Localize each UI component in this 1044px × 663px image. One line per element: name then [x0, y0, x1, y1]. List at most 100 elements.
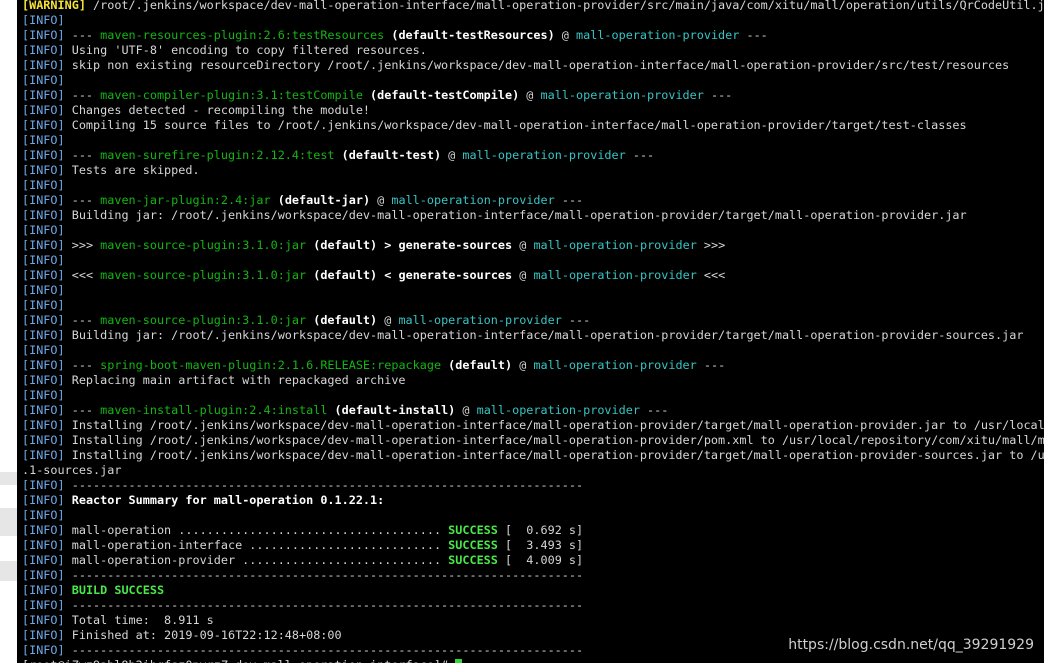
log-line: [INFO] --- maven-compiler-plugin:3.1:tes…: [22, 88, 733, 102]
log-level-tag: [INFO]: [22, 628, 65, 642]
log-level-tag: [INFO]: [22, 418, 65, 432]
log-level-tag: [INFO]: [22, 643, 65, 657]
execution-id: (default-test): [341, 148, 442, 162]
log-message: skip non existing resourceDirectory /roo…: [64, 58, 1010, 72]
module-name: mall-operation-provider: [533, 358, 697, 372]
log-level-tag: [INFO]: [22, 583, 65, 597]
log-line: [INFO] Building jar: /root/.jenkins/work…: [22, 208, 1044, 223]
log-level-tag: [INFO]: [22, 103, 65, 117]
log-level-tag: [INFO]: [22, 58, 65, 72]
log-level-tag: [INFO]: [22, 523, 65, 537]
plugin-goal: maven-resources-plugin:2.6:testResources: [100, 28, 385, 42]
log-line: [INFO] Total time: 8.911 s: [22, 613, 1044, 628]
execution-id: (default): [313, 313, 378, 327]
watermark: https://blog.csdn.net/qq_39291929: [788, 637, 1034, 653]
log-message: ----------------------------------------…: [64, 598, 584, 612]
log-line: .1-sources.jar: [22, 463, 1044, 478]
log-message: Building jar: /root/.jenkins/workspace/d…: [64, 328, 1024, 342]
log-level-tag: [INFO]: [22, 343, 65, 357]
log-line: [INFO]: [22, 283, 1044, 298]
log-line: [INFO] --- maven-source-plugin:3.1.0:jar…: [22, 313, 591, 327]
log-line: [INFO] Compiling 15 source files to /roo…: [22, 118, 1044, 133]
log-level-tag: [INFO]: [22, 613, 65, 627]
module-name: mall-operation-provider: [476, 403, 640, 417]
phase-name: generate-sources: [398, 238, 513, 252]
log-line: [INFO] >>> maven-source-plugin:3.1.0:jar…: [22, 238, 726, 252]
log-line: [INFO] Replacing main artifact with repa…: [22, 373, 1044, 388]
log-level-tag: [INFO]: [22, 313, 65, 327]
log-line: [INFO] --- spring-boot-maven-plugin:2.1.…: [22, 358, 726, 372]
module-name: mall-operation-provider: [398, 313, 562, 327]
log-line: [INFO] ---------------------------------…: [22, 568, 1044, 583]
log-level-tag: [INFO]: [22, 388, 65, 402]
module-name: mall-operation-provider: [533, 268, 697, 282]
log-level-tag: [INFO]: [22, 268, 65, 282]
log-line: [INFO] mall-operation-provider .........…: [22, 553, 1044, 568]
shell-prompt: [root@iZwz9abl8b2ibqfsz0pvrzZ dev-mall-o…: [22, 658, 455, 663]
fork-direction: <: [384, 268, 392, 282]
execution-id: (default-testCompile): [370, 88, 520, 102]
log-level-tag: [INFO]: [22, 178, 65, 192]
log-line: [INFO] Installing /root/.jenkins/workspa…: [22, 418, 1044, 433]
log-message: ----------------------------------------…: [64, 643, 584, 657]
log-level-tag: [INFO]: [22, 373, 65, 387]
fork-marker: >>>: [703, 238, 726, 252]
plugin-goal: maven-surefire-plugin:2.12.4:test: [100, 148, 335, 162]
log-message: Compiling 15 source files to /root/.jenk…: [64, 118, 967, 132]
log-message: Tests are skipped.: [64, 163, 200, 177]
log-level-tag: [INFO]: [22, 193, 65, 207]
plugin-goal: maven-jar-plugin:2.4:jar: [100, 193, 271, 207]
log-line: [INFO] mall-operation ..................…: [22, 523, 1044, 538]
log-line: [INFO] --- maven-resources-plugin:2.6:te…: [22, 28, 768, 42]
log-line: [INFO]: [22, 343, 1044, 358]
plugin-goal: maven-source-plugin:3.1.0:jar: [100, 268, 307, 282]
plugin-goal: maven-source-plugin:3.1.0:jar: [100, 313, 307, 327]
gutter-stripe: [0, 508, 17, 536]
terminal-output[interactable]: [WARNING] /root/.jenkins/workspace/dev-m…: [22, 0, 1044, 663]
log-message: .1-sources.jar: [22, 463, 122, 477]
log-message: Total time: 8.911 s: [64, 613, 214, 627]
log-message: Using 'UTF-8' encoding to copy filtered …: [64, 43, 427, 57]
plugin-goal: maven-compiler-plugin:3.1:testCompile: [100, 88, 363, 102]
module-time: [ 3.493 s]: [497, 538, 584, 552]
log-level-tag: [INFO]: [22, 118, 65, 132]
gutter-stripe: [0, 561, 17, 581]
log-level-tag: [INFO]: [22, 358, 65, 372]
log-line: [INFO]: [22, 133, 1044, 148]
log-level-tag: [INFO]: [22, 403, 65, 417]
log-message: ----------------------------------------…: [64, 478, 584, 492]
log-level-tag: [WARNING]: [22, 0, 86, 12]
module-summary-name: mall-operation-interface ...............…: [64, 538, 449, 552]
log-level-tag: [INFO]: [22, 328, 65, 342]
execution-id: (default): [313, 238, 378, 252]
terminal-cursor: [455, 659, 463, 663]
log-line: [INFO] Installing /root/.jenkins/workspa…: [22, 433, 1044, 448]
log-level-tag: [INFO]: [22, 88, 65, 102]
log-line: [INFO]: [22, 388, 1044, 403]
plugin-goal: maven-source-plugin:3.1.0:jar: [100, 238, 307, 252]
log-line: [INFO] Building jar: /root/.jenkins/work…: [22, 328, 1044, 343]
log-message: /root/.jenkins/workspace/dev-mall-operat…: [85, 0, 1044, 12]
gutter-stripe: [0, 472, 17, 485]
log-line: [INFO]: [22, 508, 1044, 523]
log-level-tag: [INFO]: [22, 568, 65, 582]
log-line: [INFO] Reactor Summary for mall-operatio…: [22, 493, 1044, 508]
log-level-tag: [INFO]: [22, 43, 65, 57]
execution-id: (default): [313, 268, 378, 282]
log-message: Installing /root/.jenkins/workspace/dev-…: [71, 433, 1044, 447]
log-line: [INFO]: [22, 253, 1044, 268]
log-message: Installing /root/.jenkins/workspace/dev-…: [71, 448, 1044, 462]
module-summary-name: mall-operation .........................…: [64, 523, 449, 537]
fork-direction: >: [384, 238, 392, 252]
log-line: [INFO] ---------------------------------…: [22, 598, 1044, 613]
module-summary-name: mall-operation-provider ................…: [64, 553, 449, 567]
log-line: [INFO] Installing /root/.jenkins/workspa…: [22, 448, 1044, 463]
log-line: [INFO]: [22, 73, 1044, 88]
log-message: Building jar: /root/.jenkins/workspace/d…: [64, 208, 967, 222]
module-name: mall-operation-provider: [462, 148, 626, 162]
log-level-tag: [INFO]: [22, 253, 65, 267]
log-level-tag: [INFO]: [22, 448, 65, 462]
log-message: ----------------------------------------…: [64, 568, 584, 582]
log-line: [INFO] Tests are skipped.: [22, 163, 1044, 178]
log-line: [INFO] --- maven-jar-plugin:2.4:jar (def…: [22, 193, 584, 207]
